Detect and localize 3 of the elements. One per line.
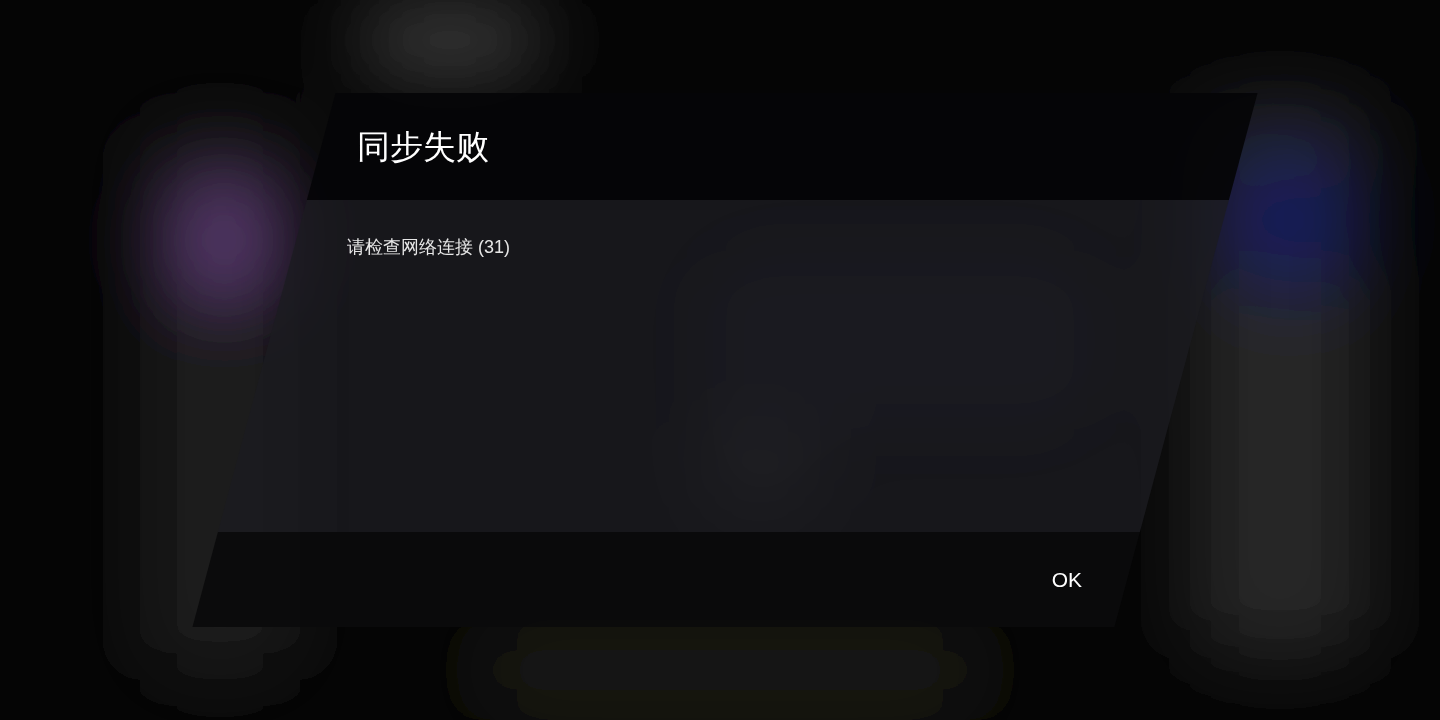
dialog-title: 同步失败: [357, 126, 489, 167]
dialog-message: 请检查网络连接 (31): [347, 237, 510, 257]
ok-button[interactable]: OK: [1047, 563, 1086, 596]
